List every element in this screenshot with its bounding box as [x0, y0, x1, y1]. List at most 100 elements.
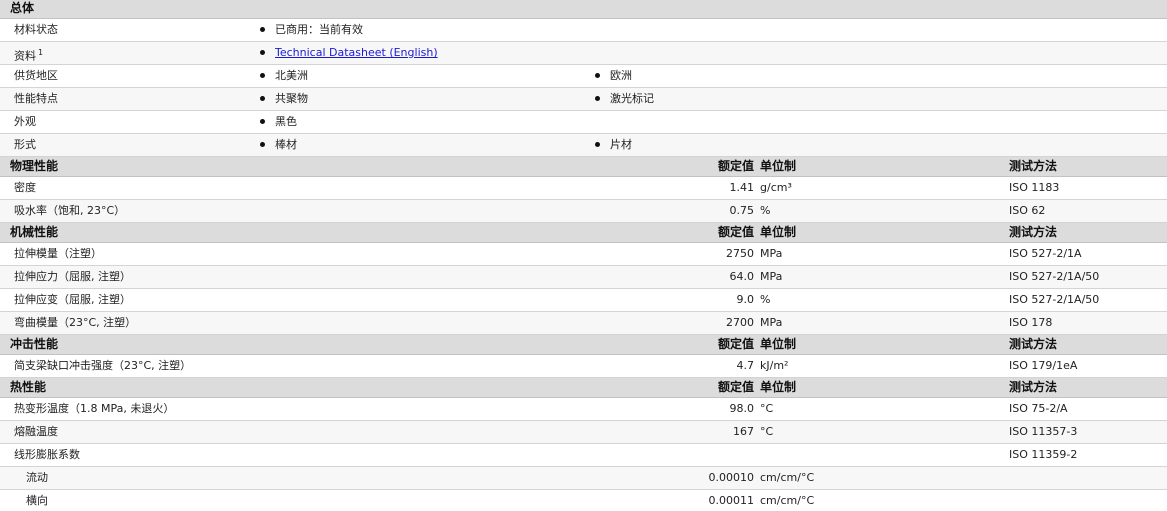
property-row: 熔融温度 167 °C ISO 11357-3 — [0, 421, 1167, 444]
property-value: 9.0 — [736, 293, 755, 306]
general-row-region: 供货地区 北美洲 欧洲 — [0, 65, 1167, 88]
bullet-icon — [260, 72, 265, 78]
test-method: ISO 75-2/A — [1009, 402, 1068, 415]
property-unit: MPa — [760, 247, 783, 260]
property-label: 吸水率（饱和, 23°C） — [14, 204, 126, 217]
property-row: 拉伸应力（屈服, 注塑） 64.0 MPa ISO 527-2/1A/50 — [0, 266, 1167, 289]
property-label: 拉伸应力（屈服, 注塑） — [14, 270, 131, 283]
column-header-unit: 单位制 — [760, 337, 797, 351]
property-label: 密度 — [14, 181, 36, 194]
row-label: 材料状态 — [14, 23, 58, 36]
test-method: ISO 527-2/1A — [1009, 247, 1082, 260]
column-header-value: 额定值 — [717, 225, 754, 239]
property-value: 64.0 — [729, 270, 755, 283]
section-title: 物理性能 — [10, 159, 59, 173]
footnote-marker: 1 — [38, 48, 44, 57]
property-label: 简支梁缺口冲击强度（23°C, 注塑） — [14, 359, 192, 372]
general-row-docs: 资料 1 Technical Datasheet (English) — [0, 42, 1167, 65]
property-row: 吸水率（饱和, 23°C） 0.75% ISO 62 — [0, 200, 1167, 223]
row-value-1: 已商用：当前有效 — [260, 19, 363, 41]
column-header-unit: 单位制 — [760, 225, 797, 239]
section-header: 机械性能 额定值 单位制 测试方法 — [0, 223, 1167, 243]
property-row: 拉伸应变（屈服, 注塑） 9.0% ISO 527-2/1A/50 — [0, 289, 1167, 312]
property-unit: g/cm³ — [760, 181, 792, 194]
column-header-unit: 单位制 — [760, 380, 797, 394]
property-unit: MPa — [760, 316, 783, 329]
property-unit: kJ/m² — [760, 359, 789, 372]
property-label: 流动 — [26, 471, 48, 484]
row-value-2: 欧洲 — [595, 65, 632, 87]
test-method: ISO 179/1eA — [1009, 359, 1078, 372]
general-row-features: 性能特点 共聚物 激光标记 — [0, 88, 1167, 111]
column-header-value: 额定值 — [717, 380, 754, 394]
property-label: 拉伸应变（屈服, 注塑） — [14, 293, 131, 306]
section-header: 冲击性能 额定值 单位制 测试方法 — [0, 335, 1167, 355]
section-header: 热性能 额定值 单位制 测试方法 — [0, 378, 1167, 398]
row-value-1: 黑色 — [260, 111, 297, 133]
section-title: 总体 — [10, 1, 35, 15]
row-label: 形式 — [14, 138, 36, 151]
property-unit: % — [760, 204, 771, 217]
property-unit: % — [760, 293, 771, 306]
section-title: 冲击性能 — [10, 337, 59, 351]
column-header-value: 额定值 — [717, 159, 754, 173]
property-sections: 物理性能 额定值 单位制 测试方法 密度 1.41 g/cm³ ISO 1183 吸水率（饱和,… — [0, 157, 1167, 511]
property-label: 弯曲模量（23°C, 注塑） — [14, 316, 137, 329]
property-row: 热变形温度（1.8 MPa, 未退火） 98.0 °C ISO 75-2/A — [0, 398, 1167, 421]
general-row-appearance: 外观 黑色 — [0, 111, 1167, 134]
column-header-method: 测试方法 — [1009, 159, 1058, 173]
technical-datasheet-link[interactable]: Technical Datasheet (English) — [275, 46, 438, 59]
row-label: 供货地区 — [14, 69, 58, 82]
property-row: 简支梁缺口冲击强度（23°C, 注塑） 4.7 kJ/m² ISO 179/1eA — [0, 355, 1167, 378]
bullet-icon — [260, 26, 265, 32]
property-row: 横向 0.00011 cm/cm/°C — [0, 490, 1167, 511]
general-row-form: 形式 棒材 片材 — [0, 134, 1167, 157]
row-value-1: 共聚物 — [260, 88, 308, 110]
column-header-method: 测试方法 — [1009, 337, 1058, 351]
row-value-1: Technical Datasheet (English) — [260, 42, 438, 64]
test-method: ISO 62 — [1009, 204, 1046, 217]
test-method: ISO 11359-2 — [1009, 448, 1078, 461]
bullet-icon — [260, 141, 265, 147]
property-row: 弯曲模量（23°C, 注塑） 2700 MPa ISO 178 — [0, 312, 1167, 335]
property-label: 拉伸模量（注塑） — [14, 247, 102, 260]
row-label: 外观 — [14, 115, 36, 128]
property-unit: cm/cm/°C — [760, 471, 815, 484]
property-label: 熔融温度 — [14, 425, 58, 438]
property-row: 流动 0.00010 cm/cm/°C — [0, 467, 1167, 490]
column-header-unit: 单位制 — [760, 159, 797, 173]
row-value-2: 片材 — [595, 134, 632, 156]
property-unit: cm/cm/°C — [760, 494, 815, 507]
property-unit: MPa — [760, 270, 783, 283]
property-label: 热变形温度（1.8 MPa, 未退火） — [14, 402, 175, 415]
property-value: 2700 — [726, 316, 754, 329]
test-method: ISO 1183 — [1009, 181, 1060, 194]
test-method: ISO 527-2/1A/50 — [1009, 270, 1100, 283]
section-title: 热性能 — [10, 380, 47, 394]
column-header-value: 额定值 — [717, 337, 754, 351]
section-header-general: 总体 — [0, 0, 1167, 19]
property-row: 密度 1.41 g/cm³ ISO 1183 — [0, 177, 1167, 200]
property-row: 线形膨胀系数 ISO 11359-2 — [0, 444, 1167, 467]
test-method: ISO 527-2/1A/50 — [1009, 293, 1100, 306]
datasheet: 总体 材料状态 已商用：当前有效 资料 1 Technical Datasheet… — [0, 0, 1167, 511]
property-value: 98.0 — [729, 402, 755, 415]
test-method: ISO 178 — [1009, 316, 1053, 329]
column-header-method: 测试方法 — [1009, 380, 1058, 394]
general-row-status: 材料状态 已商用：当前有效 — [0, 19, 1167, 42]
property-label: 线形膨胀系数 — [14, 448, 80, 461]
bullet-icon — [260, 95, 265, 101]
property-value: 167 — [733, 425, 754, 438]
property-value: 0.00010 — [708, 471, 755, 484]
row-value-1: 北美洲 — [260, 65, 308, 87]
bullet-icon — [595, 72, 600, 78]
bullet-icon — [260, 49, 265, 55]
property-value: 0.00011 — [708, 494, 755, 507]
property-value: 0.75 — [729, 204, 755, 217]
property-value: 4.7 — [736, 359, 755, 372]
bullet-icon — [595, 95, 600, 101]
property-row: 拉伸模量（注塑） 2750 MPa ISO 527-2/1A — [0, 243, 1167, 266]
row-label: 性能特点 — [14, 92, 58, 105]
bullet-icon — [595, 141, 600, 147]
property-unit: °C — [760, 425, 774, 438]
